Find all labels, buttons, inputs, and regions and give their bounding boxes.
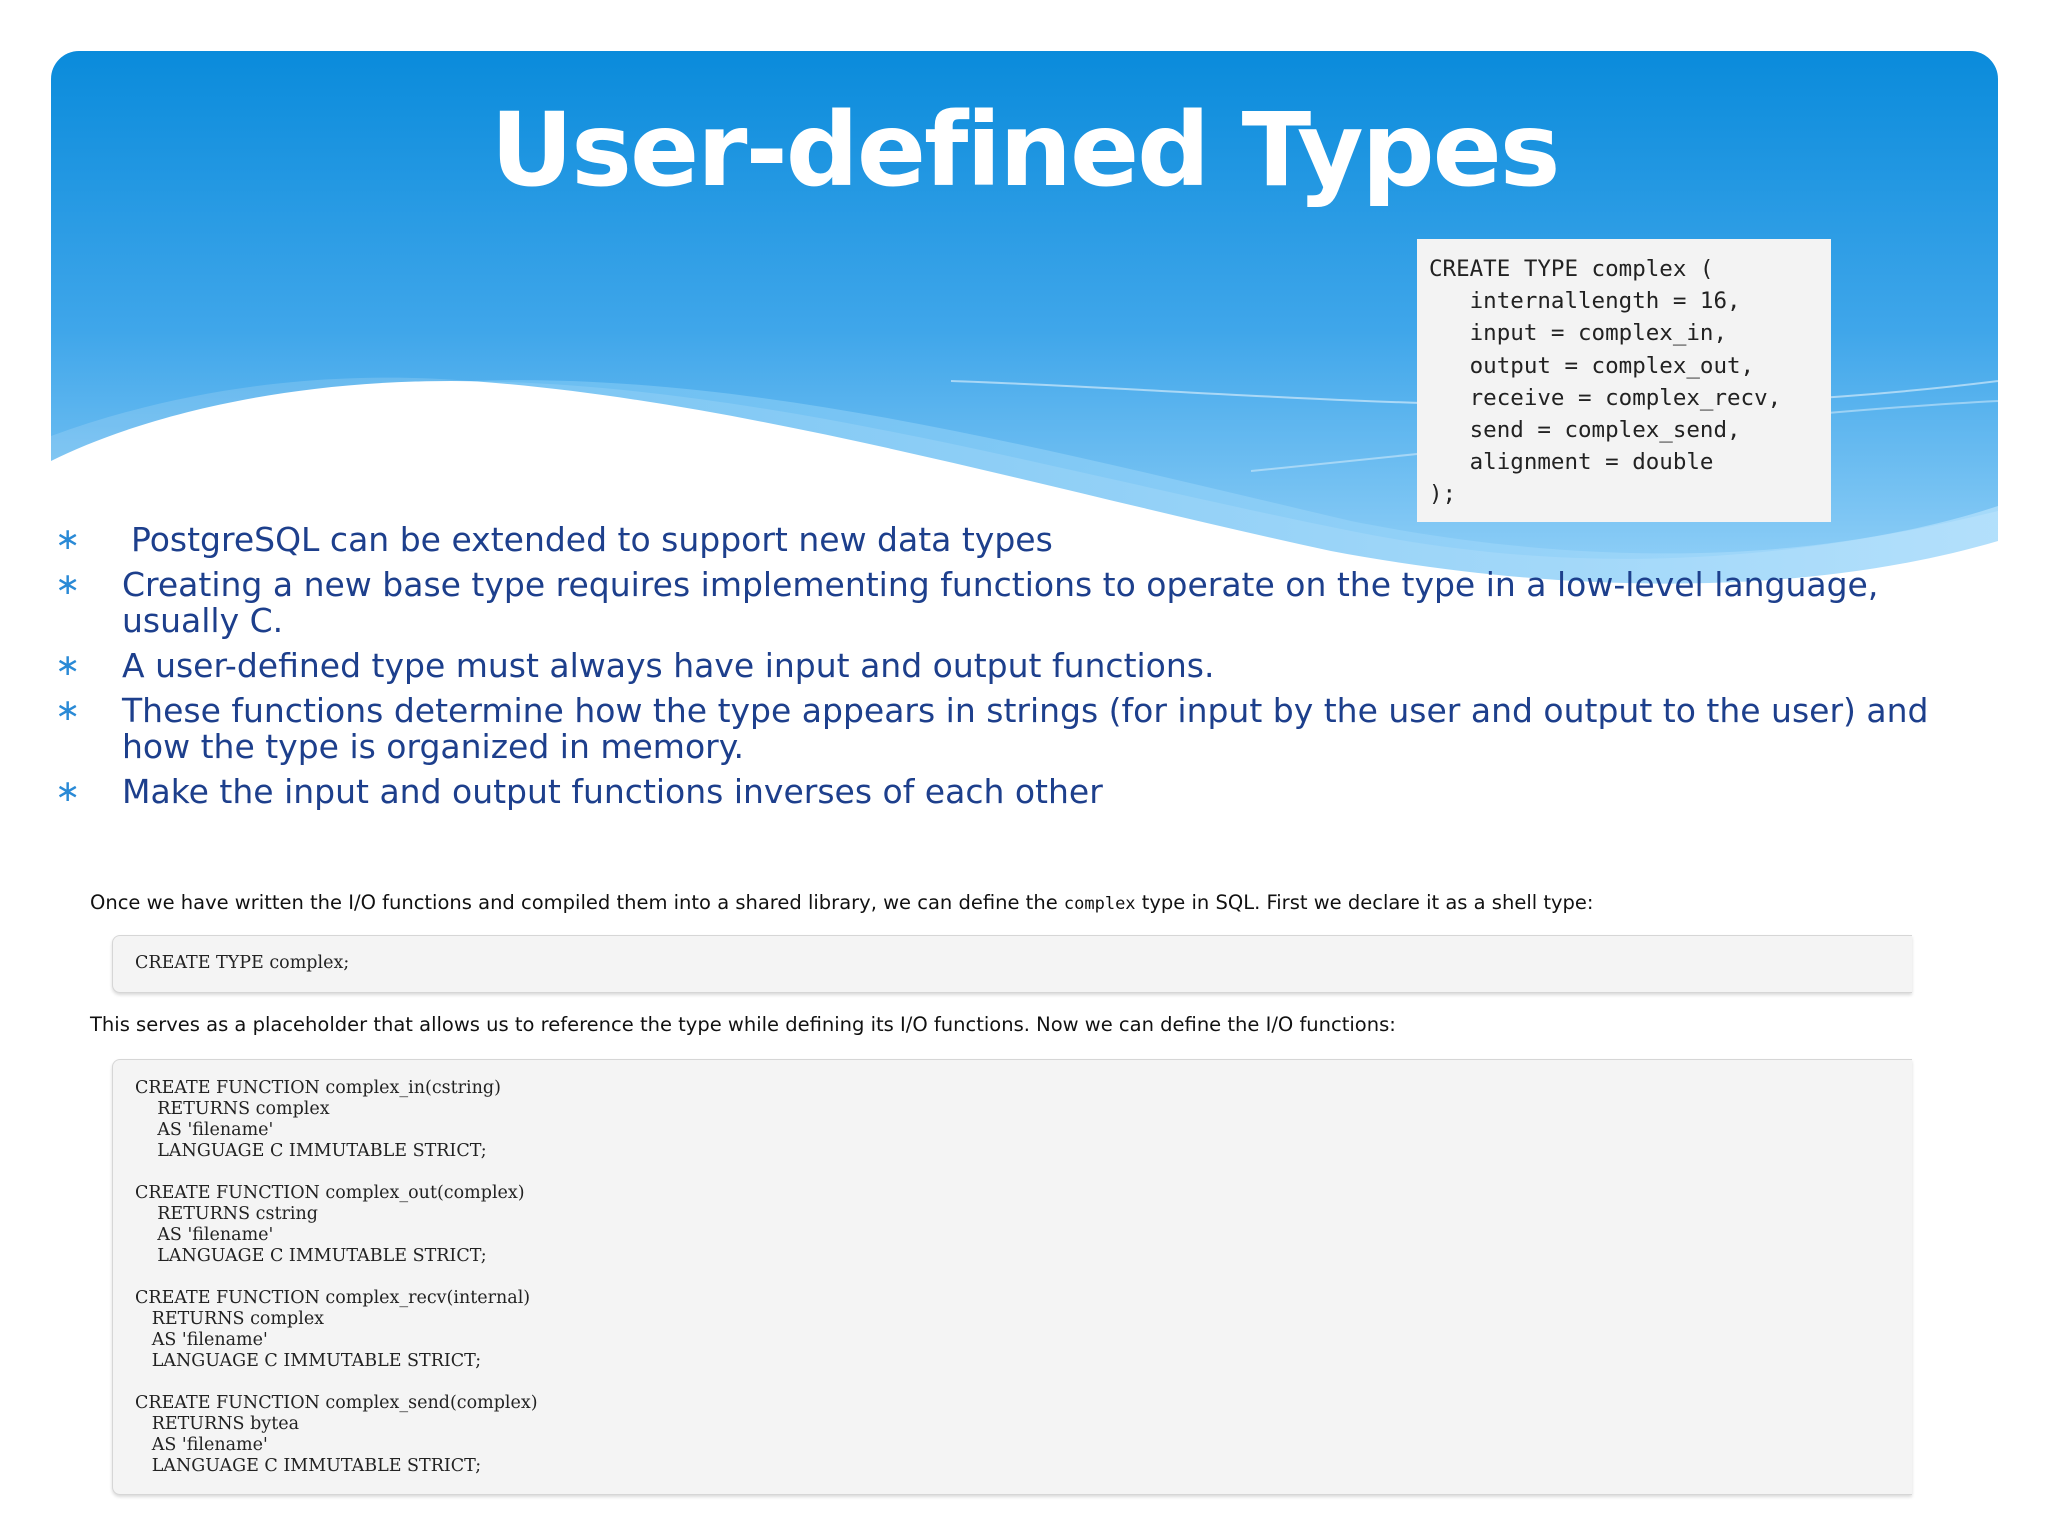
code-block-shell-type: CREATE TYPE complex; xyxy=(112,935,1912,993)
slide-title: User-defined Types xyxy=(490,91,1560,210)
bullet-marker-icon: ∗ xyxy=(55,567,81,602)
doc-paragraph-shell-type: Once we have written the I/O functions a… xyxy=(90,891,1594,914)
bullet-item: ∗ These functions determine how the type… xyxy=(55,693,1935,765)
snippet-line: receive = complex_recv, xyxy=(1429,384,1782,411)
bullet-item: ∗ A user-defined type must always have i… xyxy=(55,648,1935,684)
snippet-line: output = complex_out, xyxy=(1429,352,1755,379)
bullet-marker-icon: ∗ xyxy=(55,648,81,683)
snippet-line: send = complex_send, xyxy=(1429,417,1741,444)
inline-code: complex xyxy=(1063,894,1136,914)
snippet-line: alignment = double xyxy=(1429,449,1714,476)
doc-paragraph-io-functions: This serves as a placeholder that allows… xyxy=(90,1013,1396,1036)
bullet-text: Make the input and output functions inve… xyxy=(122,772,1103,811)
code-block-io-functions: CREATE FUNCTION complex_in(cstring) RETU… xyxy=(112,1059,1912,1495)
bullet-marker-icon: ∗ xyxy=(55,522,81,557)
doc-text-segment: Once we have written the I/O functions a… xyxy=(90,891,1064,914)
bullet-item: ∗ PostgreSQL can be extended to support … xyxy=(55,522,1935,558)
bullet-item: ∗ Creating a new base type requires impl… xyxy=(55,567,1935,639)
bullet-text: PostgreSQL can be extended to support ne… xyxy=(131,520,1053,559)
snippet-line: CREATE TYPE complex ( xyxy=(1429,256,1714,282)
snippet-line: input = complex_in, xyxy=(1429,320,1728,347)
bullet-text: These functions determine how the type a… xyxy=(122,691,1929,766)
bullet-marker-icon: ∗ xyxy=(55,774,81,809)
snippet-code: CREATE TYPE complex ( internallength = 1… xyxy=(1429,253,1831,511)
code-text: CREATE TYPE complex; xyxy=(135,953,350,973)
code-text: CREATE FUNCTION complex_in(cstring) RETU… xyxy=(135,1078,538,1476)
bullet-list: ∗ PostgreSQL can be extended to support … xyxy=(55,522,1935,819)
create-type-snippet: CREATE TYPE complex ( internallength = 1… xyxy=(1417,239,1831,522)
snippet-line: ); xyxy=(1429,481,1457,508)
doc-text-segment: type in SQL. First we declare it as a sh… xyxy=(1135,891,1594,914)
bullet-text: Creating a new base type requires implem… xyxy=(122,565,1879,640)
bullet-item: ∗ Make the input and output functions in… xyxy=(55,774,1935,810)
bullet-marker-icon: ∗ xyxy=(55,693,81,728)
bullet-text: A user-defined type must always have inp… xyxy=(122,646,1215,685)
snippet-line: internallength = 16, xyxy=(1429,288,1741,315)
